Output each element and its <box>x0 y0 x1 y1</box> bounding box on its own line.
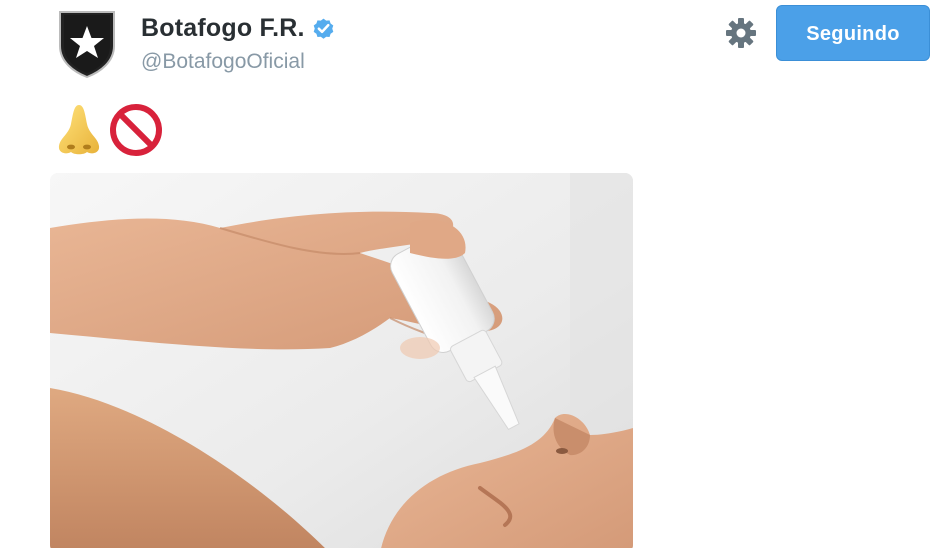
tweet-text <box>54 100 164 160</box>
display-name[interactable]: Botafogo F.R. <box>141 14 305 43</box>
nose-emoji-icon <box>54 102 104 158</box>
user-handle[interactable]: @BotafogoOficial <box>141 50 305 74</box>
tweet-photo[interactable] <box>50 173 633 548</box>
user-name-row[interactable]: Botafogo F.R. <box>141 14 336 43</box>
botafogo-crest-icon <box>59 11 115 79</box>
following-button[interactable]: Seguindo <box>776 5 930 61</box>
avatar[interactable] <box>54 6 120 80</box>
verified-badge-icon <box>311 16 336 41</box>
no-entry-sign-icon <box>108 102 164 158</box>
tweet-card: Botafogo F.R. @BotafogoOficial Seguindo <box>0 0 950 548</box>
nasal-spray-photo <box>50 173 633 548</box>
gear-icon[interactable] <box>724 16 758 50</box>
